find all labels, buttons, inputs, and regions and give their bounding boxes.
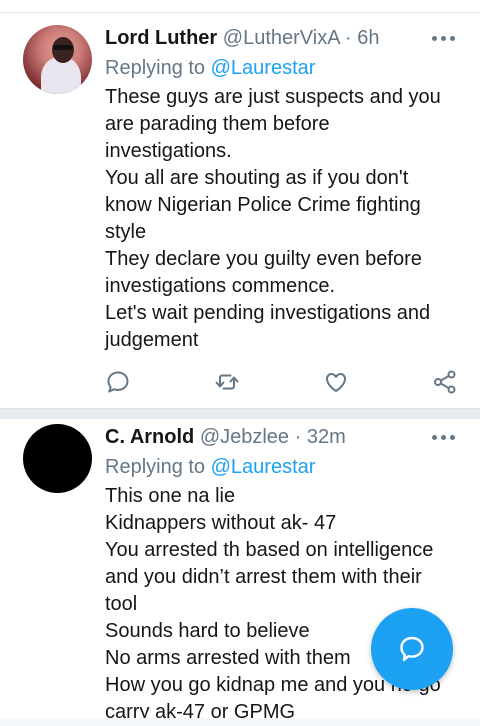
replying-label: Replying to [105, 57, 206, 79]
reply-icon[interactable] [105, 369, 131, 395]
timestamp[interactable]: 32m [307, 426, 346, 448]
retweet-icon[interactable] [214, 369, 240, 395]
more-icon[interactable] [432, 433, 456, 441]
text-line: You all are shouting as if you don't [105, 167, 409, 189]
tweet[interactable]: Lord Luther @LutherVixA · 6h Replying to… [0, 0, 480, 408]
user-handle[interactable]: @Jebzlee [200, 426, 289, 448]
separator: · [345, 27, 352, 49]
text-line: and you didn’t arrest them with their [105, 566, 422, 588]
tweet-divider [0, 408, 480, 419]
text-line: are parading them before [105, 113, 330, 135]
more-icon[interactable] [432, 34, 456, 42]
text-line: Kidnappers without ak- 47 [105, 512, 337, 534]
compose-reply-button[interactable] [371, 608, 453, 690]
text-line: Let's wait pending investigations and [105, 302, 431, 324]
display-name[interactable]: C. Arnold [105, 426, 194, 448]
mention-link[interactable]: @Laurestar [211, 57, 316, 79]
compose-reply-icon [400, 636, 424, 662]
replying-to: Replying to @Laurestar [105, 54, 315, 82]
text-line: investigations. [105, 140, 232, 162]
text-line: They declare you guilty even before [105, 248, 422, 270]
text-line: investigations commence. [105, 275, 336, 297]
text-line: judgement [105, 329, 199, 351]
separator: · [294, 426, 302, 448]
timeline: Lord Luther @LutherVixA · 6h Replying to… [0, 0, 480, 726]
display-name[interactable]: Lord Luther [105, 27, 217, 49]
tweet-text: These guys are just suspects and you are… [105, 84, 465, 354]
text-line: This one na lie [105, 485, 236, 507]
tweet-actions [0, 369, 480, 399]
text-line: You arrested th based on intelligence [105, 539, 434, 561]
text-line: These guys are just suspects and you [105, 86, 441, 108]
replying-to: Replying to @Laurestar [105, 453, 315, 481]
timestamp[interactable]: 6h [357, 27, 379, 49]
avatar[interactable] [23, 424, 92, 493]
tweet-header: Lord Luther @LutherVixA · 6h [105, 24, 465, 52]
tweet-header: C. Arnold @Jebzlee · 32m [105, 423, 465, 451]
bottom-edge [0, 718, 480, 726]
share-icon[interactable] [432, 369, 458, 395]
mention-link[interactable]: @Laurestar [211, 456, 316, 478]
text-line: know Nigerian Police Crime fighting [105, 194, 421, 216]
text-line: style [105, 221, 147, 243]
like-icon[interactable] [323, 369, 349, 395]
replying-label: Replying to [105, 456, 206, 478]
user-handle[interactable]: @LutherVixA [223, 27, 340, 49]
avatar[interactable] [23, 25, 92, 94]
